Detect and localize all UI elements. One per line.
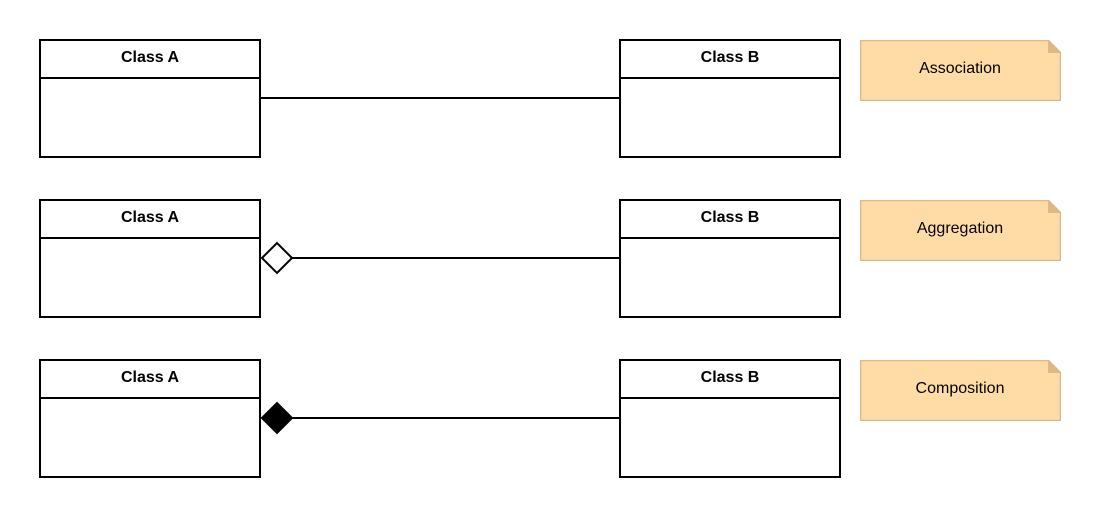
- class-title: Class A: [41, 201, 259, 239]
- class-body: [41, 239, 259, 316]
- class-a-box-association[interactable]: Class A: [39, 39, 261, 158]
- note-aggregation[interactable]: Aggregation: [860, 200, 1061, 261]
- class-body: [41, 399, 259, 476]
- note-composition[interactable]: Composition: [860, 360, 1061, 421]
- class-title: Class B: [621, 201, 839, 239]
- class-body: [41, 79, 259, 156]
- class-title: Class A: [41, 361, 259, 399]
- class-body: [621, 79, 839, 156]
- class-body: [621, 239, 839, 316]
- note-label: Composition: [915, 380, 1005, 397]
- hollow-diamond-icon: [260, 241, 294, 275]
- class-title: Class B: [621, 41, 839, 79]
- note-association[interactable]: Association: [860, 40, 1061, 101]
- class-body: [621, 399, 839, 476]
- class-a-box-composition[interactable]: Class A: [39, 359, 261, 478]
- note-label: Association: [919, 60, 1001, 77]
- class-title: Class B: [621, 361, 839, 399]
- filled-diamond-icon: [260, 401, 294, 435]
- class-b-box-aggregation[interactable]: Class B: [619, 199, 841, 318]
- class-title: Class A: [41, 41, 259, 79]
- class-b-box-composition[interactable]: Class B: [619, 359, 841, 478]
- class-a-box-aggregation[interactable]: Class A: [39, 199, 261, 318]
- note-label: Aggregation: [916, 220, 1004, 237]
- class-b-box-association[interactable]: Class B: [619, 39, 841, 158]
